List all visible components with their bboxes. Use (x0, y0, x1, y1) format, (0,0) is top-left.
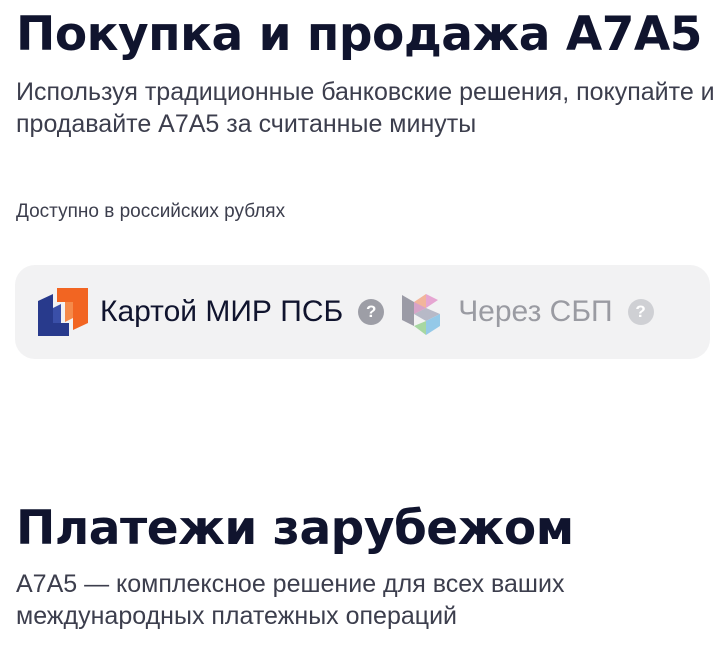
sbp-logo-icon (396, 286, 448, 338)
buy-sell-title: Покупка и продажа A7A5 (16, 7, 703, 62)
psb-help-icon[interactable]: ? (358, 299, 385, 325)
psb-logo-icon (37, 286, 89, 338)
availability-note: Доступно в российских рублях (16, 201, 286, 222)
payment-method-sbp[interactable]: Через СБП ? (396, 286, 654, 338)
payment-method-psb-label: Картой МИР ПСБ (100, 295, 344, 328)
international-payments-section: Платежи зарубежом A7A5 — комплексное реш… (16, 494, 716, 632)
payment-method-sbp-label: Через СБП (458, 295, 613, 328)
sbp-help-icon[interactable]: ? (627, 299, 654, 325)
buy-sell-description: Используя традиционные банковские решени… (16, 78, 715, 138)
payment-methods-panel: Картой МИР ПСБ ? Через СБП ? (15, 265, 710, 359)
international-payments-description: A7A5 — комплексное решение для всех ваши… (16, 570, 565, 630)
international-payments-title: Платежи зарубежом (16, 501, 574, 556)
payment-method-psb[interactable]: Картой МИР ПСБ ? (37, 286, 385, 338)
buy-sell-section: Покупка и продажа A7A5 Используя традици… (16, 0, 716, 140)
